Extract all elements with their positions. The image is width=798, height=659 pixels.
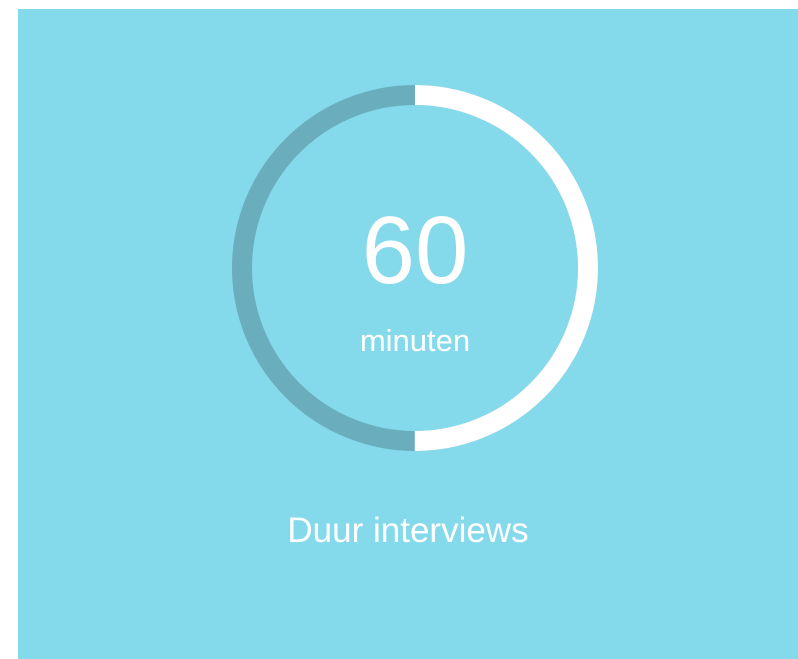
progress-ring: 60 minuten — [230, 83, 600, 453]
stat-unit: minuten — [359, 323, 471, 358]
stat-caption: Duur interviews — [287, 511, 529, 550]
stat-value: 60 — [361, 197, 469, 304]
stat-card: 60 minuten Duur interviews — [18, 9, 798, 659]
